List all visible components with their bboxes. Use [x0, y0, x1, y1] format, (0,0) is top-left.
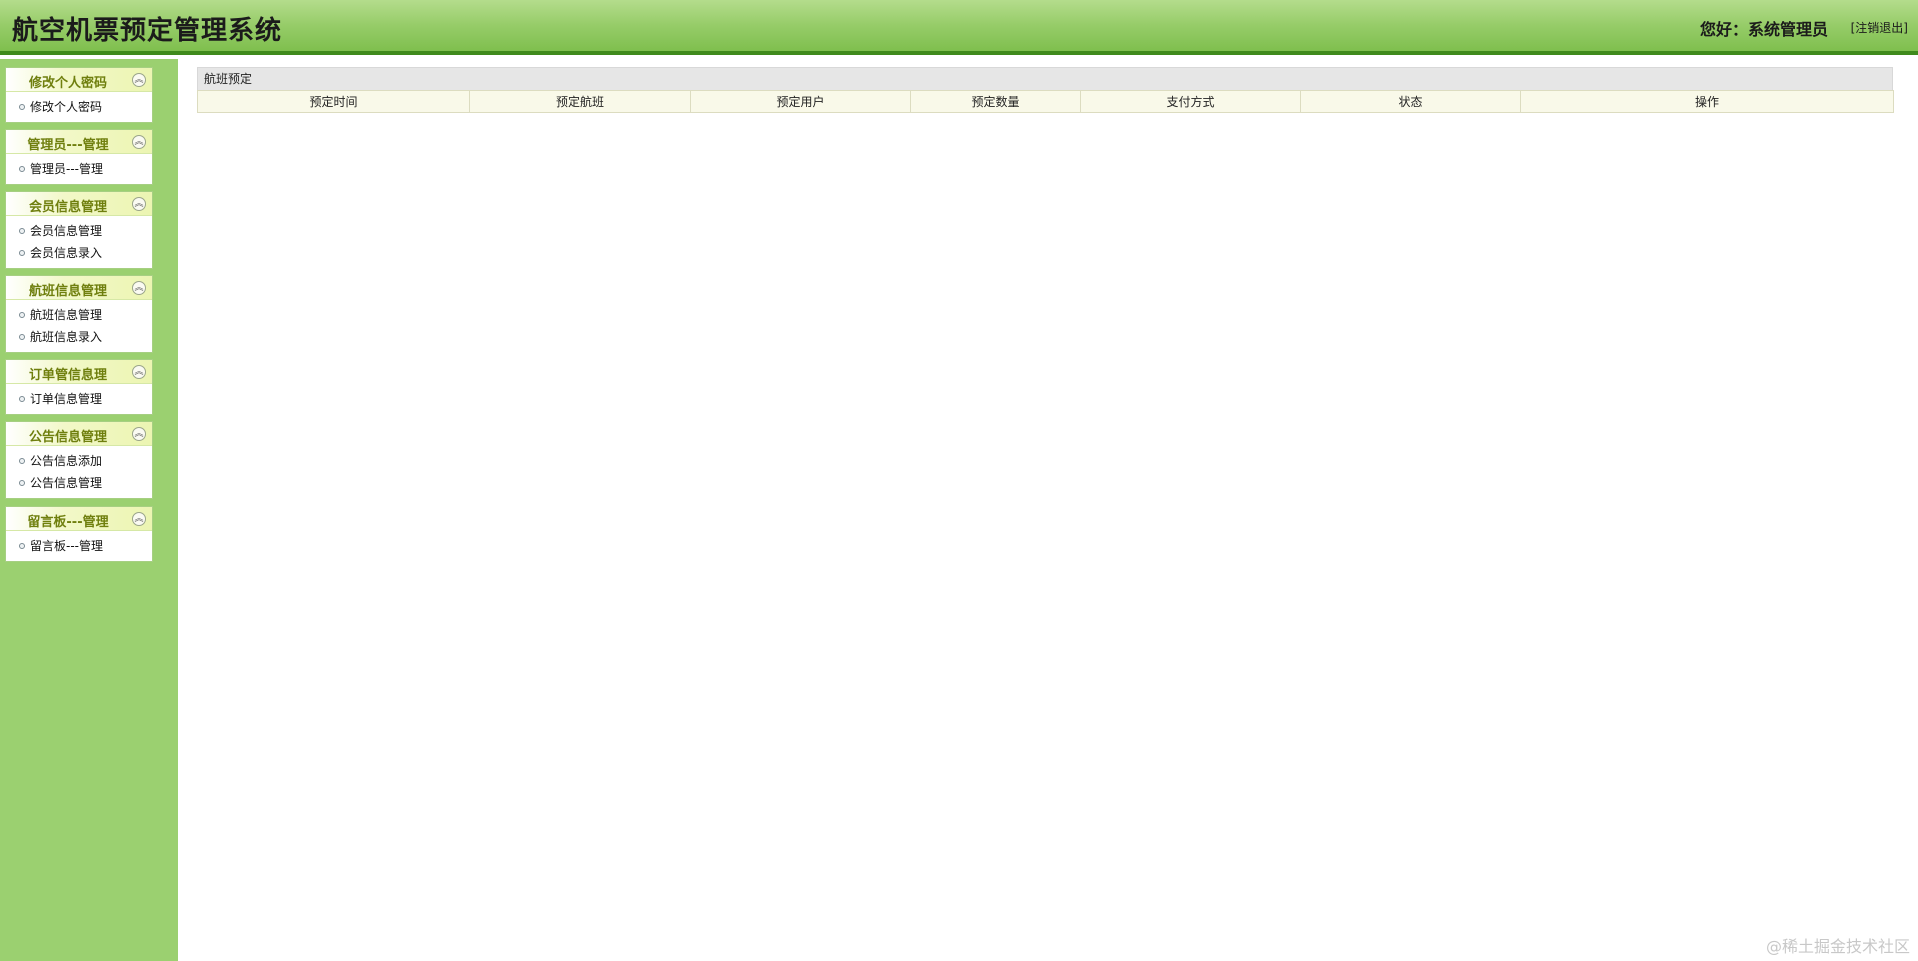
bullet-icon — [19, 166, 25, 172]
sidebar-item-label: 会员信息录入 — [30, 246, 103, 260]
menu-group-notices: 公告信息管理 ︽ 公告信息添加 公告信息管理 — [5, 421, 153, 499]
app-title: 航空机票预定管理系统 — [12, 16, 283, 46]
column-header-booking-flight: 预定航班 — [469, 90, 691, 113]
column-header-actions: 操作 — [1520, 90, 1894, 113]
sidebar-item-label: 会员信息管理 — [30, 224, 103, 238]
bullet-icon — [19, 458, 25, 464]
logout-link[interactable]: [注销退出] — [1851, 19, 1908, 36]
table-header-row: 预定时间 预定航班 预定用户 预定数量 支付方式 状态 操作 — [197, 90, 1894, 113]
bullet-icon — [19, 334, 25, 340]
menu-group-flights: 航班信息管理 ︽ 航班信息管理 航班信息录入 — [5, 275, 153, 353]
column-header-booking-quantity: 预定数量 — [910, 90, 1081, 113]
sidebar-item-message-manage[interactable]: 留言板---管理 — [6, 535, 152, 557]
sidebar-item-flight-add[interactable]: 航班信息录入 — [6, 326, 152, 348]
watermark: @稀土掘金技术社区 — [1765, 937, 1910, 956]
booking-panel: 航班预定 预定时间 预定航班 预定用户 预定数量 支付方式 状态 操作 — [197, 67, 1894, 113]
column-header-payment-method: 支付方式 — [1080, 90, 1301, 113]
menu-group-members: 会员信息管理 ︽ 会员信息管理 会员信息录入 — [5, 191, 153, 269]
menu-group-messages: 留言板---管理 ︽ 留言板---管理 — [5, 506, 153, 562]
collapse-up-icon[interactable]: ︽ — [132, 365, 146, 379]
bullet-icon — [19, 480, 25, 486]
sidebar-item-flight-manage[interactable]: 航班信息管理 — [6, 304, 152, 326]
sidebar-item-member-add[interactable]: 会员信息录入 — [6, 242, 152, 264]
collapse-up-icon[interactable]: ︽ — [132, 135, 146, 149]
menu-group-admin: 管理员---管理 ︽ 管理员---管理 — [5, 129, 153, 185]
menu-header-admin[interactable]: 管理员---管理 ︽ — [6, 130, 152, 154]
collapse-up-icon[interactable]: ︽ — [132, 427, 146, 441]
sidebar-item-label: 公告信息管理 — [30, 476, 103, 490]
sidebar-item-label: 订单信息管理 — [30, 392, 103, 406]
panel-title: 航班预定 — [197, 67, 1893, 90]
bullet-icon — [19, 312, 25, 318]
top-header: 航空机票预定管理系统 您好：系统管理员 [注销退出] — [0, 0, 1918, 55]
menu-header-orders[interactable]: 订单管信息理 ︽ — [6, 360, 152, 384]
collapse-up-icon[interactable]: ︽ — [132, 73, 146, 87]
sidebar: 修改个人密码 ︽ 修改个人密码 管理员---管理 ︽ 管理员---管理 会员信息… — [0, 59, 178, 961]
sidebar-item-admin-manage[interactable]: 管理员---管理 — [6, 158, 152, 180]
collapse-up-icon[interactable]: ︽ — [132, 197, 146, 211]
sidebar-item-label: 航班信息管理 — [30, 308, 103, 322]
sidebar-item-label: 管理员---管理 — [30, 162, 103, 176]
bullet-icon — [19, 228, 25, 234]
column-header-status: 状态 — [1300, 90, 1521, 113]
bullet-icon — [19, 104, 25, 110]
bullet-icon — [19, 250, 25, 256]
booking-table: 预定时间 预定航班 预定用户 预定数量 支付方式 状态 操作 — [197, 90, 1894, 113]
menu-header-password[interactable]: 修改个人密码 ︽ — [6, 68, 152, 92]
menu-header-messages[interactable]: 留言板---管理 ︽ — [6, 507, 152, 531]
bullet-icon — [19, 396, 25, 402]
sidebar-item-order-manage[interactable]: 订单信息管理 — [6, 388, 152, 410]
sidebar-item-label: 留言板---管理 — [30, 539, 103, 553]
collapse-up-icon[interactable]: ︽ — [132, 281, 146, 295]
column-header-booking-user: 预定用户 — [690, 90, 911, 113]
menu-header-notices[interactable]: 公告信息管理 ︽ — [6, 422, 152, 446]
sidebar-item-label: 修改个人密码 — [30, 100, 103, 114]
menu-header-flights[interactable]: 航班信息管理 ︽ — [6, 276, 152, 300]
sidebar-item-change-password[interactable]: 修改个人密码 — [6, 96, 152, 118]
sidebar-item-member-manage[interactable]: 会员信息管理 — [6, 220, 152, 242]
bullet-icon — [19, 543, 25, 549]
sidebar-item-notice-add[interactable]: 公告信息添加 — [6, 450, 152, 472]
user-greeting: 您好：系统管理员 — [1699, 20, 1828, 39]
sidebar-item-label: 航班信息录入 — [30, 330, 103, 344]
menu-group-password: 修改个人密码 ︽ 修改个人密码 — [5, 67, 153, 123]
sidebar-item-notice-manage[interactable]: 公告信息管理 — [6, 472, 152, 494]
sidebar-item-label: 公告信息添加 — [30, 454, 103, 468]
collapse-up-icon[interactable]: ︽ — [132, 512, 146, 526]
menu-group-orders: 订单管信息理 ︽ 订单信息管理 — [5, 359, 153, 415]
menu-header-members[interactable]: 会员信息管理 ︽ — [6, 192, 152, 216]
column-header-booking-time: 预定时间 — [197, 90, 470, 113]
